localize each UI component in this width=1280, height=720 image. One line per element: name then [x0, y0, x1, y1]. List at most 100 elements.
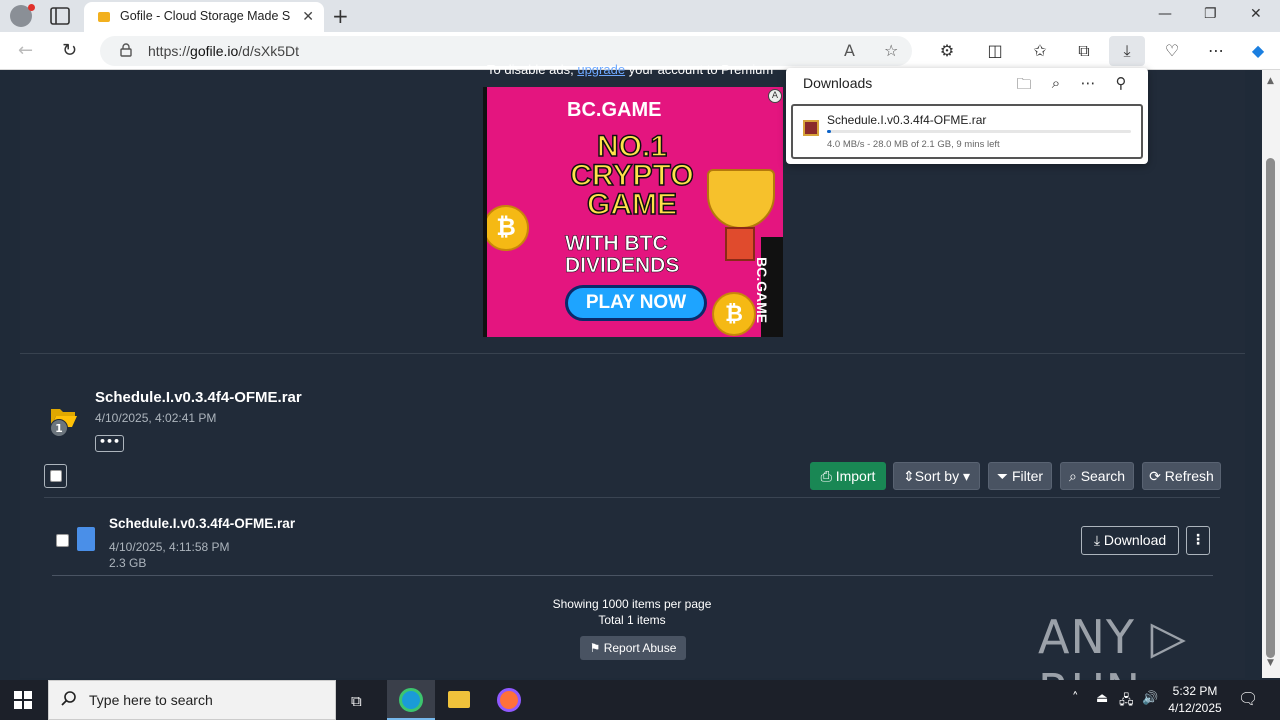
close-tab-icon[interactable]: ✕	[302, 9, 314, 25]
folder-more-button[interactable]: •••	[95, 435, 124, 452]
sort-icon: ⇕	[902, 468, 915, 484]
folder-icon	[448, 691, 470, 708]
taskbar-search-box[interactable]: Type here to search	[48, 680, 336, 720]
select-all-checkbox[interactable]	[50, 470, 62, 482]
download-progress-track	[827, 130, 1131, 133]
search-downloads-icon[interactable]: ⌕	[1046, 74, 1066, 92]
tab-gofile[interactable]: Gofile - Cloud Storage Made Simple ✕	[84, 2, 324, 32]
new-tab-icon[interactable]: +	[332, 4, 349, 28]
file-date: 4/10/2025, 4:11:58 PM	[109, 540, 230, 554]
report-abuse-button[interactable]: ⚑ Report Abuse	[580, 636, 686, 660]
extensions-icon[interactable]: ⚙	[936, 41, 958, 60]
search-icon: ⌕	[1068, 468, 1081, 484]
download-item[interactable]: Schedule.I.v0.3.4f4-OFME.rar 4.0 MB/s - …	[791, 104, 1143, 159]
section-divider	[20, 353, 1245, 354]
volume-icon[interactable]: 🔊	[1142, 691, 1158, 706]
import-button[interactable]: ⎙ Import	[810, 462, 886, 490]
favorite-star-icon[interactable]: ☆	[884, 41, 898, 60]
items-per-page-text: Showing 1000 items per page	[552, 597, 712, 611]
trophy-icon	[707, 169, 775, 229]
scroll-down-icon[interactable]: ▼	[1267, 658, 1274, 668]
back-icon[interactable]: ←	[18, 40, 33, 61]
taskbar-firefox[interactable]	[484, 680, 532, 720]
page-scrollbar[interactable]: ▲ ▼	[1262, 70, 1280, 678]
windows-start-icon[interactable]	[14, 691, 32, 709]
folder-date: 4/10/2025, 4:02:41 PM	[95, 411, 217, 425]
clock-date: 4/12/2025	[1168, 701, 1222, 715]
tray-overflow-icon[interactable]: ˄	[1072, 691, 1079, 706]
more-menu-icon[interactable]: ⋯	[1205, 41, 1227, 60]
scroll-up-icon[interactable]: ▲	[1267, 76, 1274, 86]
folder-title: Schedule.I.v0.3.4f4-OFME.rar	[95, 389, 302, 406]
file-download-button[interactable]: ⤓ Download	[1081, 526, 1179, 555]
download-icon: ⤓	[1093, 532, 1104, 548]
download-filename: Schedule.I.v0.3.4f4-OFME.rar	[827, 113, 987, 127]
read-aloud-icon[interactable]: A	[844, 41, 855, 60]
search-placeholder: Type here to search	[89, 692, 213, 708]
ad-logo: BC.GAME	[567, 99, 662, 121]
ad-side-text: BC.GAME	[754, 257, 770, 324]
ad-play-now-button[interactable]: PLAY NOW	[565, 285, 707, 321]
open-folder-icon[interactable]: 🗀	[1014, 74, 1034, 99]
pin-icon[interactable]: ⚲	[1111, 74, 1131, 92]
filter-button[interactable]: ⏷ Filter	[988, 462, 1052, 490]
taskbar-edge[interactable]	[387, 680, 435, 720]
restore-icon[interactable]: ❐	[1204, 6, 1217, 22]
search-icon	[61, 691, 76, 706]
table-top-line	[44, 497, 1220, 498]
folder-count-badge: 1	[50, 419, 68, 437]
scrollbar-thumb[interactable]	[1266, 158, 1275, 658]
trophy-base-icon	[725, 227, 755, 261]
downloads-flyout: Downloads 🗀 ⌕ ⋯ ⚲ Schedule.I.v0.3.4f4-OF…	[786, 68, 1148, 164]
tab-title: Gofile - Cloud Storage Made Simple	[120, 9, 290, 23]
advertisement-banner[interactable]: A BC.GAME NO.1 CRYPTO GAME ₿ ₿ WITH BTC …	[483, 87, 783, 337]
favorites-icon[interactable]: ✩	[1029, 41, 1051, 60]
archive-file-icon	[77, 527, 95, 551]
system-clock[interactable]: 5:32 PM 4/12/2025	[1158, 683, 1232, 717]
file-size: 2.3 GB	[109, 556, 147, 570]
task-view-button[interactable]: ⧉	[336, 680, 384, 720]
ad-subline: WITH BTC DIVIDENDS	[565, 232, 680, 277]
lock-icon	[120, 43, 132, 57]
minimize-icon[interactable]: —	[1158, 6, 1172, 22]
notification-dot-icon	[28, 4, 35, 11]
downloads-more-icon[interactable]: ⋯	[1078, 74, 1098, 92]
file-menu-button[interactable]: ⋮	[1186, 526, 1210, 555]
sort-by-button[interactable]: ⇕Sort by ▾	[893, 462, 980, 490]
browser-essentials-icon[interactable]: ♡	[1161, 41, 1183, 60]
search-button[interactable]: ⌕ Search	[1060, 462, 1134, 490]
windows-taskbar: Type here to search ⧉ ˄ ⏏ 🖧 🔊 5:32 PM 4/1…	[0, 680, 1280, 720]
network-icon[interactable]: 🖧	[1119, 691, 1134, 713]
caret-down-icon: ▾	[959, 468, 970, 484]
ad-headline: NO.1 CRYPTO GAME	[570, 130, 695, 221]
row-divider	[52, 575, 1213, 576]
refresh-icon[interactable]: ↻	[62, 40, 77, 61]
refresh-button[interactable]: ⟳ Refresh	[1142, 462, 1221, 490]
file-select-checkbox[interactable]	[56, 534, 69, 547]
close-window-icon[interactable]: ✕	[1250, 6, 1262, 22]
filter-icon: ⏷	[996, 468, 1012, 484]
download-status: 4.0 MB/s - 28.0 MB of 2.1 GB, 9 mins lef…	[827, 139, 1000, 150]
url-text: https://gofile.io/d/sXk5Dt	[148, 43, 299, 59]
task-view-icon: ⧉	[351, 692, 362, 710]
adchoices-icon[interactable]: A	[768, 89, 782, 103]
downloads-title: Downloads	[803, 75, 873, 91]
file-name-link[interactable]: Schedule.I.v0.3.4f4-OFME.rar	[109, 516, 295, 531]
taskbar-file-explorer[interactable]	[435, 680, 483, 720]
browser-tab-bar: Gofile - Cloud Storage Made Simple ✕ + —…	[0, 0, 1280, 32]
split-screen-icon[interactable]: ◫	[984, 41, 1006, 60]
gofile-favicon-icon	[98, 12, 110, 22]
notifications-icon[interactable]: 🗨	[1238, 689, 1258, 708]
edge-icon	[399, 688, 423, 712]
tab-actions-icon[interactable]	[50, 7, 70, 25]
total-items-text: Total 1 items	[598, 613, 666, 627]
rar-file-icon	[803, 120, 819, 136]
firefox-icon	[497, 688, 521, 712]
collections-icon[interactable]: ⧉	[1073, 41, 1095, 61]
upgrade-link[interactable]: upgrade	[577, 62, 625, 77]
download-icon[interactable]: ⤓	[1116, 41, 1138, 61]
import-icon: ⎙	[820, 468, 836, 484]
usb-icon[interactable]: ⏏	[1096, 691, 1108, 706]
bitcoin-coin-icon: ₿	[712, 292, 756, 336]
copilot-icon[interactable]: ◆	[1247, 41, 1269, 60]
